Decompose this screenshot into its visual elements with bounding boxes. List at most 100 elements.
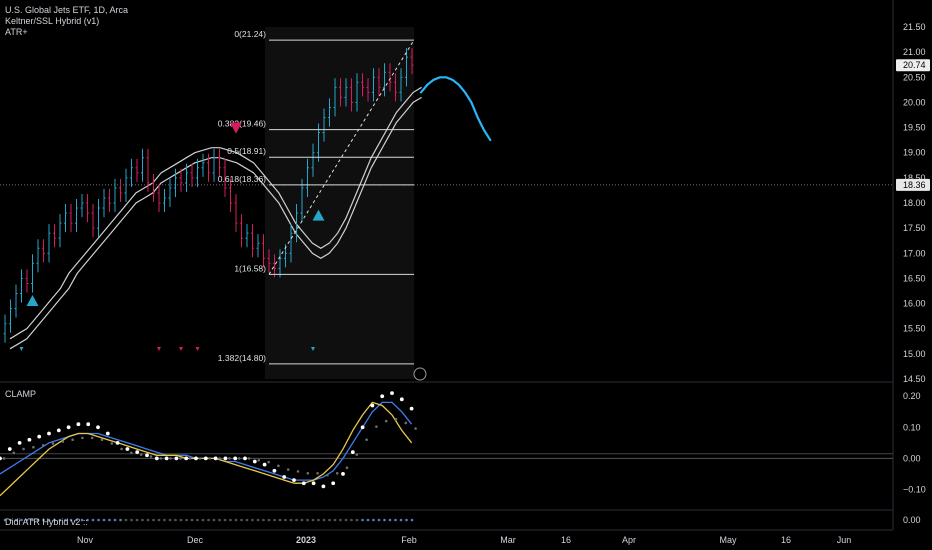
- didi-dot: [108, 518, 111, 522]
- price-tick-label: 14.50: [903, 374, 926, 384]
- clamp-pane: [0, 391, 893, 497]
- didi-dot: [234, 518, 238, 522]
- projection-curve: [419, 76, 492, 142]
- price-tick-label: 19.50: [903, 123, 926, 133]
- clamp-gray-dot: [267, 460, 270, 464]
- time-tick-label: 16: [561, 535, 571, 545]
- clamp-gray-dot: [32, 445, 35, 449]
- time-tick-label: Apr: [622, 535, 636, 545]
- didi-dot: [229, 518, 232, 522]
- clamp-gray-dot: [120, 447, 123, 451]
- mini-signal-icon: [157, 347, 161, 351]
- didi-dot: [168, 518, 172, 522]
- didi-dot: [124, 518, 128, 522]
- clamp-tick-label: 0.20: [903, 391, 921, 401]
- clamp-gray-dot: [218, 457, 221, 460]
- didi-dot: [344, 518, 348, 522]
- clamp-dot: [399, 397, 404, 402]
- projection-path: [419, 76, 492, 142]
- clamp-dot: [243, 456, 247, 461]
- clamp-gray-dot: [41, 444, 45, 447]
- symbol-title[interactable]: U.S. Global Jets ETF, 1D, Arca: [5, 5, 128, 16]
- clamp-dot: [164, 456, 169, 461]
- clamp-dot: [301, 481, 306, 486]
- clamp-dot: [86, 422, 91, 427]
- time-tick-label: May: [719, 535, 737, 545]
- didi-dot: [157, 518, 161, 522]
- didi-dot: [196, 518, 199, 522]
- clamp-dot: [272, 468, 277, 473]
- clamp-gray-dot: [365, 438, 368, 442]
- clamp-dot: [233, 456, 238, 461]
- didi-dot: [262, 518, 265, 522]
- clamp-gray-dot: [81, 436, 84, 440]
- clamp-gray-dot: [159, 457, 163, 460]
- clamp-gray-dot: [394, 417, 398, 421]
- didi-legend[interactable]: Didi ATR Hybrid v2 ::: [5, 517, 88, 528]
- clamp-tick-label: −0.10: [903, 484, 926, 494]
- fib-level-label: 0(21.24): [234, 29, 266, 39]
- time-tick-label: Nov: [77, 535, 94, 545]
- clamp-dot: [115, 440, 120, 445]
- didi-dot: [295, 518, 298, 522]
- didi-dot: [383, 518, 386, 522]
- didi-dot: [317, 518, 320, 522]
- chart-canvas[interactable]: 0(21.24) 0.382(19.46) 0.5(18.91) 0.618(18.3…: [0, 0, 932, 550]
- clamp-gray-dot: [286, 468, 290, 471]
- didi-dot: [289, 518, 293, 522]
- clamp-gray-dot: [139, 453, 143, 456]
- clamp-tick-label: 0.00: [903, 453, 921, 463]
- price-tick-label: 16.50: [903, 273, 926, 283]
- time-tick-label: Feb: [401, 535, 417, 545]
- clamp-gray-dot: [345, 466, 349, 470]
- didi-dot: [102, 518, 106, 522]
- didi-dot: [240, 518, 243, 522]
- didi-dot: [410, 518, 414, 522]
- price-tick-label: 16.00: [903, 299, 926, 309]
- clamp-dot: [174, 456, 179, 461]
- clamp-gray-dot: [414, 427, 417, 430]
- clamp-gray-dot: [22, 447, 25, 451]
- time-tick-label: Jun: [837, 535, 852, 545]
- clamp-gray-dot: [51, 442, 55, 445]
- didi-dot: [284, 518, 287, 522]
- clamp-gray-dot: [375, 425, 378, 428]
- didi-dot: [322, 518, 326, 522]
- price-tick-label: 19.00: [903, 148, 926, 158]
- price-tick-label: 21.50: [903, 22, 926, 32]
- buy-signal-icon: [26, 295, 39, 307]
- price-axis[interactable]: 21.5021.0020.5020.0019.5019.0018.5018.00…: [896, 22, 930, 525]
- fib-level-label: 0.618(18.36): [218, 174, 266, 184]
- clamp-gray-dot: [306, 471, 310, 475]
- clamp-yellow-line: [0, 401, 413, 497]
- didi-dot: [366, 518, 370, 522]
- time-axis[interactable]: Nov Dec 2023 Feb Mar 16 Apr May 16 Jun: [77, 535, 851, 545]
- didi-dot: [245, 518, 249, 522]
- didi-dot: [355, 518, 359, 522]
- didi-dot: [119, 518, 122, 522]
- clamp-dot: [66, 425, 71, 430]
- clamp-gray-dot: [179, 457, 182, 460]
- didi-dot: [97, 518, 100, 522]
- fib-level-label: 1.382(14.80): [218, 353, 266, 363]
- fibonacci-zone: [265, 27, 414, 379]
- clamp-legend[interactable]: CLAMP: [5, 389, 36, 400]
- time-tick-label: Dec: [187, 535, 204, 545]
- clamp-gray-dot: [12, 451, 16, 455]
- clamp-gray-dot: [149, 455, 153, 458]
- clamp-dot: [380, 394, 385, 399]
- clamp-dot: [213, 456, 218, 461]
- indicator-atr-plus[interactable]: ATR+: [5, 27, 128, 38]
- price-tick-label: 17.00: [903, 248, 926, 258]
- didi-dot: [405, 518, 408, 522]
- clamp-gray-dot: [61, 440, 65, 443]
- clamp-dot: [282, 475, 287, 479]
- mini-signal-icon: [195, 347, 200, 351]
- clamp-dot: [27, 437, 32, 442]
- indicator-keltner-ssl[interactable]: Keltner/SSL Hybrid (v1): [5, 16, 128, 27]
- didi-dot: [251, 518, 254, 522]
- clamp-dot: [409, 406, 414, 411]
- clamp-gray-dot: [326, 473, 329, 477]
- didi-dot: [223, 518, 227, 522]
- fib-level-label: 0.5(18.91): [227, 146, 266, 156]
